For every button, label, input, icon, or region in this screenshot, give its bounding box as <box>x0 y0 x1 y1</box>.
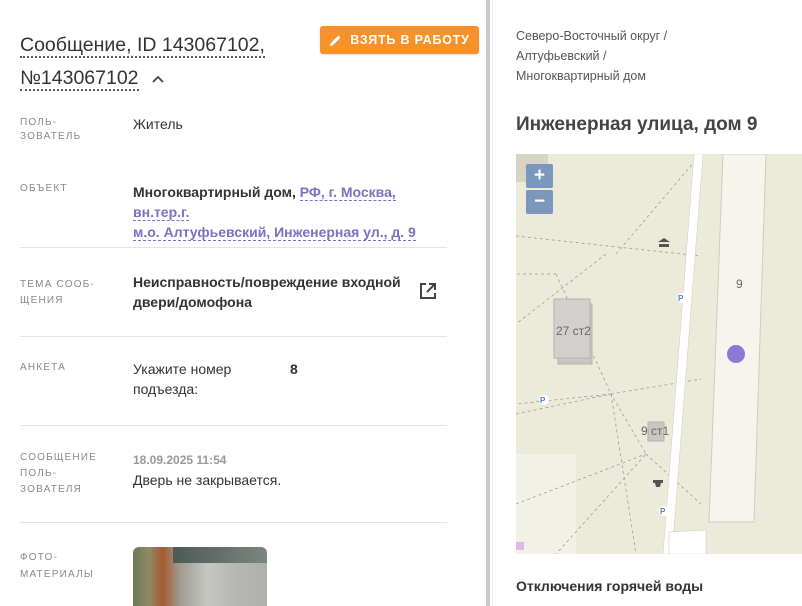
breadcrumb: Северо-Восточный округ / Алтуфьевский / … <box>516 26 796 86</box>
take-to-work-button[interactable]: ВЗЯТЬ В РАБОТУ <box>320 26 479 54</box>
chevron-up-icon[interactable] <box>152 75 164 83</box>
zoom-in-button[interactable]: + <box>526 164 553 188</box>
topic-value-2: двери/домофона <box>133 294 252 310</box>
map[interactable]: P P P 27 ст2 9 9 ст1 + − <box>516 154 802 554</box>
photo-thumbnail[interactable] <box>133 547 267 606</box>
object-panel: Северо-Восточный округ / Алтуфьевский / … <box>492 0 802 606</box>
map-label-27st2: 27 ст2 <box>556 324 591 338</box>
object-location-marker[interactable] <box>727 345 745 363</box>
map-label-9st1: 9 ст1 <box>641 424 670 438</box>
form-row: АНКЕТА Укажите номер подъезда: 8 <box>20 337 447 426</box>
pencil-icon <box>330 34 341 46</box>
map-canvas <box>516 154 802 554</box>
topic-label-2: ЩЕНИЯ <box>20 295 64 306</box>
message-text: Дверь не закрывается. <box>133 472 282 488</box>
object-type: Многоквартирный дом, <box>133 184 296 200</box>
parking-icon-1: P <box>678 294 684 303</box>
hot-water-outage-title: Отключения горячей воды <box>516 578 704 594</box>
open-external-icon[interactable] <box>418 281 438 301</box>
take-to-work-label: ВЗЯТЬ В РАБОТУ <box>350 33 470 47</box>
topic-value-1: Неисправность/повреждение входной <box>133 274 401 290</box>
message-title-line2[interactable]: №143067102 <box>20 67 139 91</box>
object-address-link-2[interactable]: м.о. Алтуфьевский, Инженерная ул., д. 9 <box>133 224 416 241</box>
message-panel: Сообщение, ID 143067102, №143067102 ВЗЯТ… <box>0 0 486 606</box>
object-address-title: Инженерная улица, дом 9 <box>516 114 758 135</box>
parking-icon-3: P <box>660 507 666 516</box>
message-title: Сообщение, ID 143067102, №143067102 <box>20 29 310 95</box>
user-value: Житель <box>133 116 183 132</box>
form-answer: 8 <box>290 361 298 377</box>
message-label-3: ЗОВАТЕЛЯ <box>20 484 83 495</box>
form-question-2: подъезда: <box>133 381 199 397</box>
breadcrumb-type[interactable]: Многоквартирный дом <box>516 66 796 86</box>
object-label: ОБЪЕКТ <box>20 183 68 194</box>
map-zoom-controls: + − <box>526 164 553 216</box>
map-label-9: 9 <box>736 277 743 291</box>
object-row: ОБЪЕКТ Многоквартирный дом, РФ, г. Москв… <box>20 170 447 248</box>
message-title-line1[interactable]: Сообщение, ID 143067102, <box>20 34 265 58</box>
user-label-2: ЗОВАТЕЛЬ <box>20 131 82 142</box>
parking-icon-2: P <box>540 396 546 405</box>
zoom-out-button[interactable]: − <box>526 190 553 214</box>
photos-row: ФОТО- МАТЕРИАЛЫ <box>20 523 447 606</box>
form-question-1: Укажите номер <box>133 361 232 377</box>
user-message-row: СООБЩЕНИЕ ПОЛЬ- ЗОВАТЕЛЯ 18.09.2025 11:5… <box>20 426 447 523</box>
photos-label-2: МАТЕРИАЛЫ <box>20 569 94 580</box>
panel-scrollbar[interactable] <box>486 0 490 606</box>
form-label: АНКЕТА <box>20 362 67 373</box>
topic-row: ТЕМА СООБ- ЩЕНИЯ Неисправность/поврежден… <box>20 248 447 337</box>
breadcrumb-area[interactable]: Алтуфьевский / <box>516 46 796 66</box>
message-date: 18.09.2025 11:54 <box>133 453 227 467</box>
breadcrumb-district[interactable]: Северо-Восточный округ / <box>516 26 796 46</box>
user-row: ПОЛЬ- ЗОВАТЕЛЬ Житель <box>20 112 447 168</box>
